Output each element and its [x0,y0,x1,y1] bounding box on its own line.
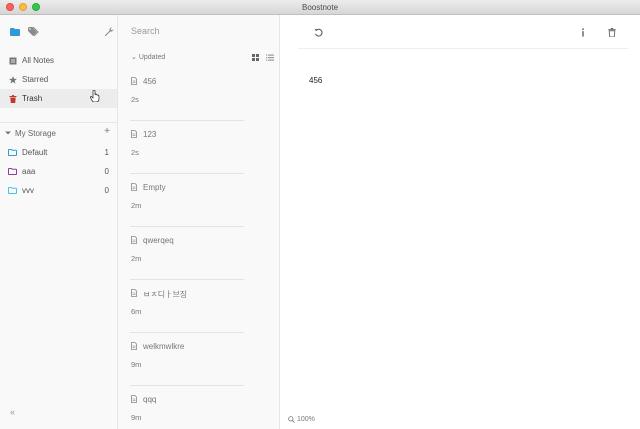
folder-icon[interactable] [10,28,20,36]
list-view-icon[interactable] [266,54,274,61]
folder-icon [8,149,17,156]
folder-item-default[interactable]: Default 1 [0,143,117,162]
note-item[interactable]: qqq 9m [118,386,279,429]
sidebar-toolbar [0,15,117,51]
document-icon [131,130,137,138]
note-item[interactable]: 456 2s [118,68,279,121]
folder-name: Default [22,148,48,157]
note-time: 9m [131,413,142,422]
trash-icon [9,94,17,103]
sort-dropdown[interactable]: ⌄ Updated [131,53,165,61]
note-item[interactable]: Empty 2m [118,174,279,227]
document-icon [131,342,137,350]
folder-count: 1 [104,148,109,157]
note-time: 2m [131,254,142,263]
grid-view-icon[interactable] [252,54,259,61]
zoom-icon [288,416,295,423]
notes-icon [9,57,17,65]
document-icon [131,77,137,85]
sort-label: Updated [138,54,166,61]
close-window-button[interactable] [6,3,14,11]
note-time: 2s [131,95,139,104]
note-item[interactable]: qwerqeq 2m [118,227,279,280]
zoom-level: 100% [297,416,315,423]
add-folder-button[interactable]: + [104,127,110,137]
folder-count: 0 [104,167,109,176]
sidebar: All Notes Starred Trash My Storage + Def… [0,15,118,429]
folder-item-aaa[interactable]: aaa 0 [0,162,117,181]
window-controls [6,3,40,11]
folder-icon [8,187,17,194]
toolbar-divider [298,48,628,49]
star-icon [9,75,17,84]
minimize-window-button[interactable] [19,3,27,11]
note-list: ⌄ Updated 456 2s 123 2s Empty 2m [118,15,280,429]
info-icon[interactable] [580,28,586,37]
window-title: Boostnote [301,2,339,12]
collapse-sidebar-button[interactable]: « [10,407,15,417]
sidebar-item-all-notes[interactable]: All Notes [0,51,117,70]
note-time: 2s [131,148,139,157]
restore-icon[interactable] [314,28,323,37]
sidebar-item-label: Starred [22,75,49,84]
note-detail: 456 100% [280,15,640,429]
sidebar-item-label: All Notes [22,56,55,65]
folder-name: vvv [22,186,34,195]
note-item[interactable]: welkmwlkre 9m [118,333,279,386]
folder-icon [8,168,17,175]
note-time: 6m [131,307,142,316]
note-title: qwerqeq [143,236,174,245]
note-title: 123 [143,130,157,139]
storage-header[interactable]: My Storage + [0,123,117,143]
title-bar: Boostnote [0,0,640,15]
chevron-down-icon: ⌄ [131,54,139,61]
document-icon [131,236,137,244]
note-title: ㅂㅈ디ㅏ브징 [143,290,188,299]
note-title: Empty [143,183,166,192]
zoom-indicator[interactable]: 100% [288,416,315,423]
hand-cursor-icon [90,90,100,102]
document-icon [131,395,137,403]
sidebar-item-starred[interactable]: Starred [0,70,117,89]
note-title: 456 [143,77,157,86]
notes-list: 456 2s 123 2s Empty 2m qwerqeq 2m ㅂㅈ디ㅏ브징… [118,68,279,429]
note-time: 9m [131,360,142,369]
tag-icon[interactable] [28,27,40,37]
maximize-window-button[interactable] [32,3,40,11]
sidebar-item-label: Trash [22,94,43,103]
note-title: qqq [143,395,157,404]
folder-item-vvv[interactable]: vvv 0 [0,181,117,200]
chevron-down-icon[interactable] [5,130,11,136]
storage-name: My Storage [15,128,56,138]
note-item[interactable]: 123 2s [118,121,279,174]
note-item[interactable]: ㅂㅈ디ㅏ브징 6m [118,280,279,333]
note-content[interactable]: 456 [309,76,322,85]
sort-bar: ⌄ Updated [118,51,279,65]
wrench-icon[interactable] [104,27,114,37]
trash-icon[interactable] [608,28,616,37]
note-title: welkmwlkre [143,342,185,351]
note-time: 2m [131,201,142,210]
folder-count: 0 [104,186,109,195]
search-input[interactable] [131,26,261,36]
document-icon [131,289,137,297]
folder-name: aaa [22,167,36,176]
document-icon [131,183,137,191]
